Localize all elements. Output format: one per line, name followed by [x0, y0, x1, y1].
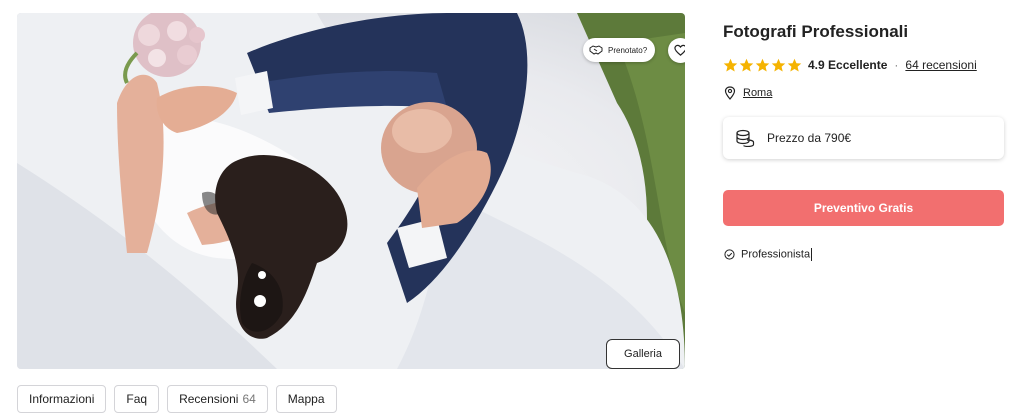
star-icon	[723, 58, 738, 71]
star-icon	[755, 58, 770, 71]
professional-label: Professionista	[741, 247, 813, 261]
star-icon	[787, 58, 802, 71]
text-cursor	[811, 247, 813, 261]
tab-label: Informazioni	[29, 392, 95, 406]
vendor-photo[interactable]: Prenotato? Galleria	[17, 13, 685, 369]
location-row: Roma	[724, 85, 772, 101]
gallery-button[interactable]: Galleria	[606, 339, 680, 369]
star-rating	[723, 58, 802, 73]
separator-dot: ·	[894, 58, 899, 72]
heart-icon	[674, 44, 685, 56]
handshake-icon	[589, 45, 603, 55]
rating-row: 4.9 Eccellente · 64 recensioni	[723, 56, 977, 74]
tab-label: Faq	[126, 392, 148, 406]
professional-badge: Professionista	[724, 246, 813, 262]
star-icon	[739, 58, 754, 71]
gallery-button-label: Galleria	[624, 348, 662, 360]
tab-faq[interactable]: Faq	[114, 385, 160, 413]
tab-label: Recensioni	[179, 392, 239, 406]
price-text: Prezzo da 790€	[767, 131, 852, 145]
location-pin-icon	[724, 86, 736, 100]
reviews-link[interactable]: 64 recensioni	[905, 58, 976, 72]
coins-icon	[736, 129, 755, 147]
free-quote-button[interactable]: Preventivo Gratis	[723, 190, 1004, 226]
booked-badge[interactable]: Prenotato?	[583, 38, 655, 62]
tab-label: Mappa	[287, 392, 325, 406]
price-card: Prezzo da 790€	[723, 117, 1004, 159]
section-tabs: Informazioni Faq Recensioni 64 Mappa	[17, 385, 337, 413]
wedding-photo	[17, 13, 685, 369]
star-icon	[771, 58, 786, 71]
booked-badge-label: Prenotato?	[608, 45, 648, 55]
vendor-title: Fotografi Professionali	[723, 22, 909, 41]
tab-informazioni[interactable]: Informazioni	[17, 385, 107, 413]
check-circle-icon	[724, 248, 735, 260]
rating-score: 4.9 Eccellente	[808, 58, 888, 72]
tab-recensioni[interactable]: Recensioni 64	[167, 385, 268, 413]
location-link[interactable]: Roma	[743, 87, 772, 99]
tab-mappa[interactable]: Mappa	[275, 385, 337, 413]
tab-count: 64	[242, 392, 256, 406]
